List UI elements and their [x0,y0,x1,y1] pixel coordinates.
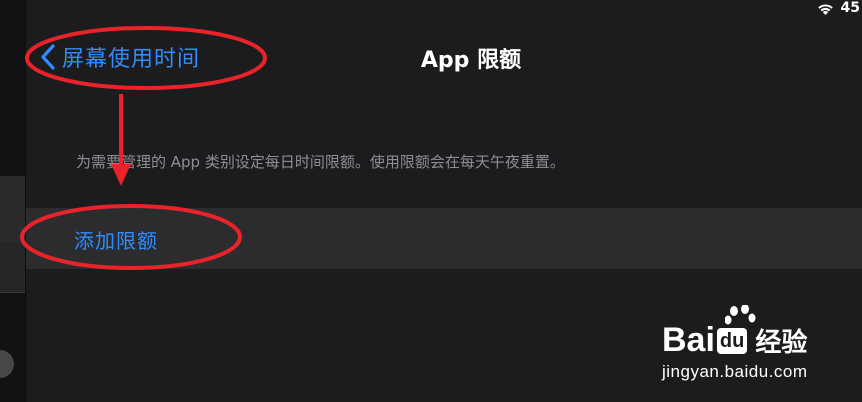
sidebar-item[interactable] [0,176,25,242]
add-limit-row[interactable]: 添加限额 [26,208,862,269]
add-limit-label: 添加限额 [74,229,158,253]
brand-suffix: 经验 [755,327,808,357]
status-bar: 45 [816,0,860,16]
brand-prefix: Bai [662,321,715,359]
brand-du: du [716,327,748,354]
sidebar-control[interactable] [0,350,14,378]
sidebar-item[interactable] [0,242,25,292]
sidebar-separator [0,292,25,293]
baidu-jingyan-watermark: Bai du 经验 jingyan.baidu.com [662,305,857,395]
watermark-url: jingyan.baidu.com [662,362,808,381]
battery-percent: 45 [840,0,860,16]
page-title: App 限额 [420,48,522,73]
section-description: 为需要管理的 App 类别设定每日时间限额。使用限额会在每天午夜重置。 [76,153,565,171]
wifi-icon [817,3,833,15]
